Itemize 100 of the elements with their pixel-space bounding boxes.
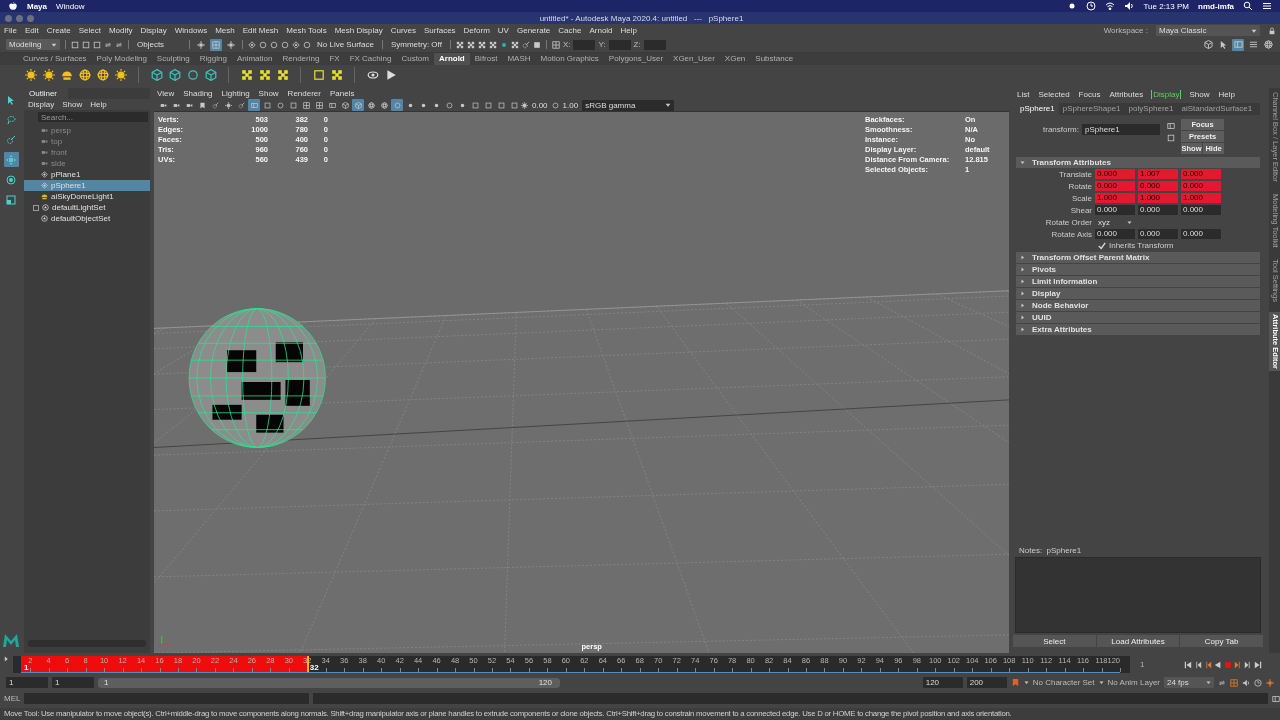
clock-text[interactable]: Tue 2:13 PM <box>1143 1 1189 11</box>
menu-set-dropdown[interactable]: Modeling <box>6 39 60 50</box>
menu-item[interactable]: Mesh Tools <box>286 26 327 35</box>
section-header[interactable]: Transform Offset Parent Matrix <box>1016 252 1260 263</box>
attribute-field[interactable]: 0.000 <box>1095 181 1135 191</box>
brush-icon[interactable] <box>521 40 530 49</box>
attribute-field[interactable]: 0.000 <box>1095 169 1135 179</box>
menu-item[interactable]: Panels <box>329 89 355 98</box>
coordinate-field[interactable] <box>573 39 596 50</box>
menu-item[interactable]: View <box>157 89 175 98</box>
anim-layer-label[interactable]: No Anim Layer <box>1107 678 1160 687</box>
shelf-tab[interactable]: Poly Modeling <box>91 53 152 65</box>
attribute-field[interactable]: 1.000 <box>1095 193 1135 203</box>
shelf-tab[interactable]: Rigging <box>194 53 232 65</box>
diamond-icon[interactable] <box>292 40 300 49</box>
loop-icon[interactable] <box>1218 678 1226 687</box>
menu-item[interactable]: Select <box>78 26 101 35</box>
circle-icon[interactable] <box>270 40 278 49</box>
menu-item[interactable]: Shading <box>183 89 213 98</box>
checker-icon[interactable] <box>330 69 343 81</box>
user-name[interactable]: nmd-imfa <box>1198 1 1234 11</box>
outliner-item[interactable]: aiSkyDomeLight1 <box>24 191 150 202</box>
layout-icon[interactable] <box>1272 694 1280 703</box>
section-header[interactable]: Extra Attributes <box>1016 324 1260 335</box>
cube-icon[interactable] <box>204 69 217 81</box>
section-header[interactable]: UUID <box>1016 312 1260 323</box>
checker-icon[interactable] <box>488 40 497 49</box>
checker-icon[interactable] <box>276 69 289 81</box>
menu-item[interactable]: Windows <box>174 26 208 35</box>
command-language-label[interactable]: MEL <box>4 694 21 703</box>
circle-icon[interactable] <box>259 40 267 49</box>
list-icon[interactable] <box>1262 1 1272 11</box>
shelf-tab[interactable]: Animation <box>231 53 278 65</box>
shelf-tab[interactable]: Polygons_User <box>603 53 669 65</box>
shelf-tab[interactable]: Custom <box>396 53 434 65</box>
caret-icon[interactable] <box>1206 680 1211 685</box>
cube-icon[interactable] <box>150 69 163 81</box>
attribute-field[interactable]: 0.000 <box>1138 229 1178 239</box>
caret-icon[interactable] <box>1127 219 1132 225</box>
sun-icon[interactable] <box>24 69 37 81</box>
node-tab[interactable]: pSphere1 <box>1016 103 1059 115</box>
checker-icon[interactable] <box>455 40 464 49</box>
notes-field[interactable] <box>1015 557 1261 633</box>
minimize-button[interactable] <box>16 14 23 22</box>
menu-item[interactable]: Help <box>90 100 107 109</box>
zoom-button[interactable] <box>27 14 34 22</box>
square-icon[interactable] <box>312 69 325 81</box>
cube-icon[interactable] <box>168 69 181 81</box>
menu-item[interactable]: Create <box>46 26 71 35</box>
dot-icon[interactable] <box>406 101 414 109</box>
coordinate-field[interactable] <box>608 39 631 50</box>
search-field[interactable]: Search... <box>38 112 148 122</box>
speaker-icon[interactable] <box>1124 1 1135 11</box>
menu-item[interactable]: List <box>1016 89 1031 99</box>
fps-dropdown[interactable]: 24 fps <box>1164 677 1214 688</box>
search-icon[interactable] <box>1243 1 1253 11</box>
menu-item[interactable]: Edit <box>24 26 39 35</box>
cube-icon[interactable] <box>341 101 349 109</box>
live-surface-dropdown[interactable]: No Live Surface <box>314 39 377 50</box>
move-icon[interactable] <box>197 40 205 49</box>
shelf-tab[interactable]: Sculpting <box>151 53 195 65</box>
shelf-tab[interactable]: Rendering <box>277 53 325 65</box>
grid-icon[interactable] <box>315 101 323 109</box>
footer-button[interactable]: Copy Tab <box>1180 635 1263 647</box>
move-icon[interactable] <box>1266 678 1274 687</box>
key-icon[interactable] <box>1010 678 1020 687</box>
circle-icon[interactable] <box>551 101 559 109</box>
attribute-field[interactable]: 1.000 <box>1181 193 1221 203</box>
command-field[interactable] <box>24 693 310 704</box>
menu-item[interactable]: Help <box>620 26 637 35</box>
playback-start-field[interactable]: 1 <box>52 677 94 688</box>
sphere-icon[interactable] <box>96 69 109 81</box>
section-header[interactable]: Limit Information <box>1016 276 1260 287</box>
node-tab[interactable]: pSphereShape1 <box>1058 103 1125 115</box>
sun-icon[interactable] <box>521 101 528 109</box>
shelf-tab[interactable]: FX Caching <box>344 53 397 65</box>
menu-item[interactable]: UV <box>497 26 509 35</box>
color-space-dropdown[interactable]: sRGB gamma <box>582 99 675 111</box>
lamp-icon[interactable] <box>60 69 73 81</box>
app-menu[interactable]: Maya <box>27 1 47 11</box>
outliner-item[interactable]: defaultObjectSet <box>24 213 150 224</box>
range-slider[interactable]: 1 120 <box>98 677 560 688</box>
menu-item[interactable]: Modify <box>108 26 133 35</box>
node-tab[interactable]: aiStandardSurface1 <box>1177 103 1257 115</box>
menu-item[interactable]: File <box>4 26 17 35</box>
section-header[interactable]: Node Behavior <box>1016 300 1260 311</box>
shelf-tab[interactable]: Curves / Surfaces <box>18 53 92 65</box>
attribute-field[interactable]: 0.000 <box>1138 205 1178 215</box>
exposure-value[interactable]: 0.00 <box>529 100 551 110</box>
current-frame-field[interactable]: 1 <box>1140 660 1180 669</box>
shelf-tab[interactable]: Motion Graphics <box>535 53 604 65</box>
menu-item[interactable]: Cache <box>558 26 582 35</box>
attribute-field[interactable]: 0.000 <box>1095 229 1135 239</box>
menu-item[interactable]: Mesh Display <box>334 26 383 35</box>
footer-button[interactable]: Select <box>1013 635 1096 647</box>
attribute-field[interactable]: 1.000 <box>1138 193 1178 203</box>
sphere-icon[interactable] <box>380 101 388 109</box>
circle-icon[interactable] <box>303 40 311 49</box>
play-icon[interactable] <box>384 69 397 81</box>
menu-item[interactable]: Edit Mesh <box>242 26 279 35</box>
